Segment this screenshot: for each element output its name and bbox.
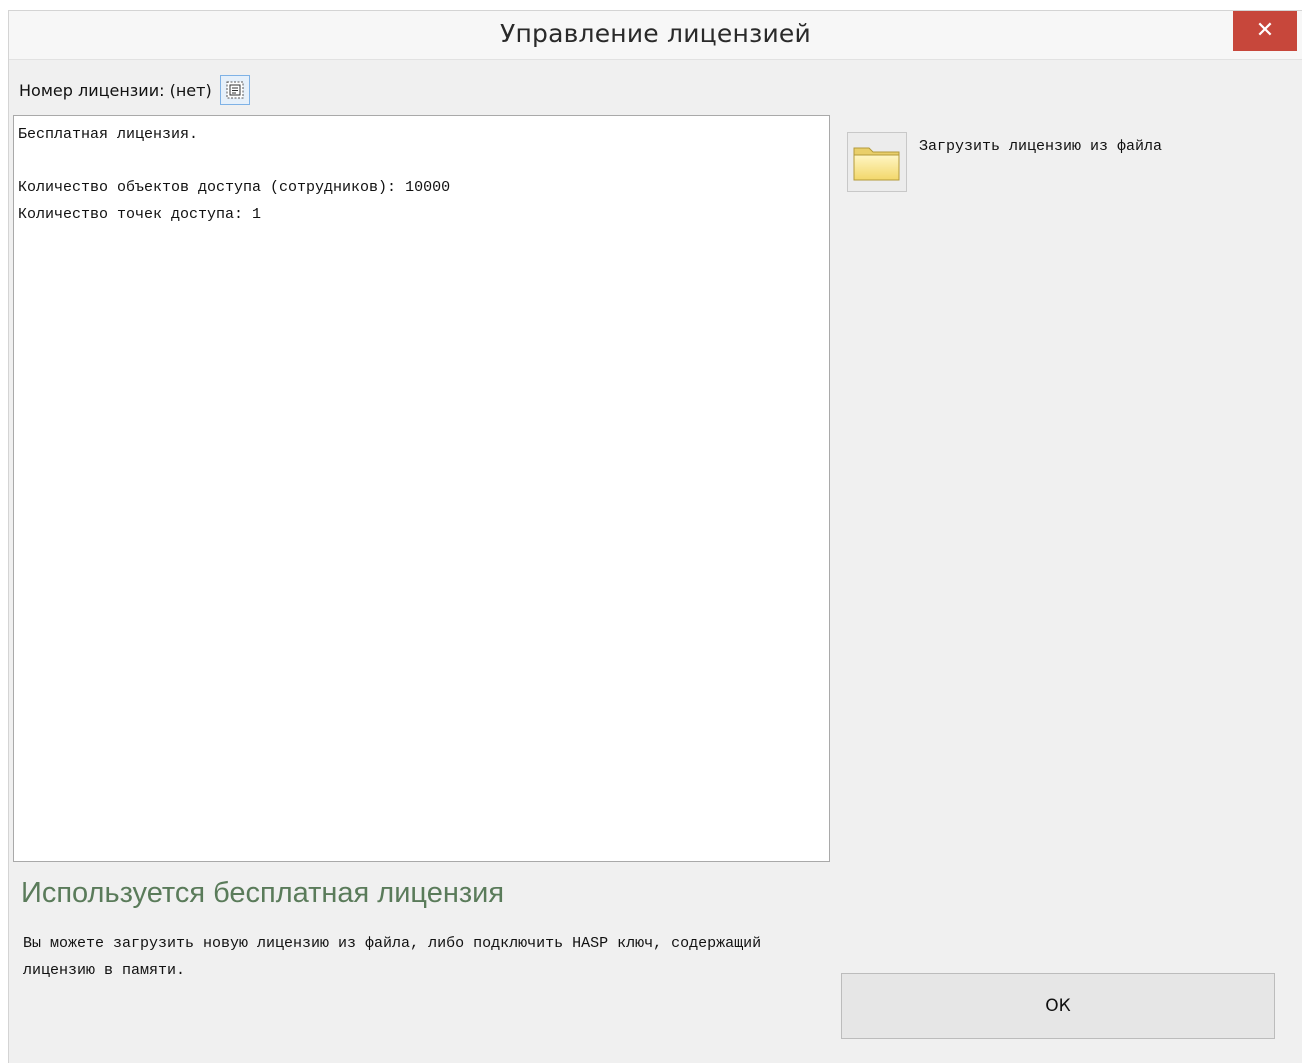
license-management-window: Управление лицензией ✕ Номер лицензии: (… bbox=[8, 10, 1302, 1063]
license-number-label: Номер лицензии: (нет) bbox=[19, 80, 212, 100]
title-bar: Управление лицензией ✕ bbox=[9, 11, 1302, 60]
copy-license-number-button[interactable] bbox=[219, 75, 250, 105]
license-info-textbox[interactable]: Бесплатная лицензия. Количество объектов… bbox=[13, 115, 830, 862]
window-title: Управление лицензией bbox=[500, 19, 811, 48]
close-icon: ✕ bbox=[1255, 18, 1275, 43]
status-heading: Используется бесплатная лицензия bbox=[21, 877, 505, 909]
license-number-row: Номер лицензии: (нет) bbox=[19, 75, 250, 105]
copy-text-icon bbox=[226, 81, 244, 99]
close-button[interactable]: ✕ bbox=[1233, 11, 1297, 51]
load-license-button[interactable] bbox=[847, 132, 907, 192]
status-description: Вы можете загрузить новую лицензию из фа… bbox=[23, 935, 762, 979]
folder-icon bbox=[853, 147, 900, 181]
ok-button[interactable]: ОК bbox=[841, 973, 1275, 1039]
load-license-label[interactable]: Загрузить лицензию из файла bbox=[919, 138, 1162, 155]
